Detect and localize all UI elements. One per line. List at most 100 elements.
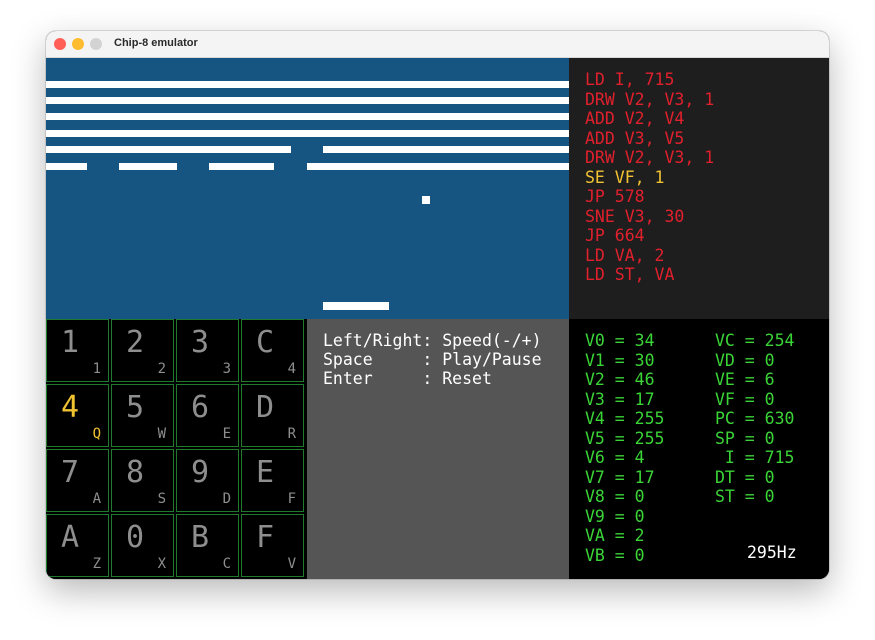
disassembly-line: JP 664 — [585, 226, 645, 245]
emulator-window: Chip-8 emulator LD I, 715 DRW V2, V3, 1 AD… — [46, 31, 829, 579]
register-value: VD = 0 — [715, 350, 775, 370]
disassembly-line: ADD V2, V4 — [585, 109, 685, 128]
register-value: V1 = 30 — [585, 350, 655, 370]
keypad: 112233C44Q5W6EDR7A8S9DEFAZ0XBCFV — [46, 319, 307, 579]
minimize-button[interactable] — [72, 38, 84, 50]
register-value: V9 = 0 — [585, 506, 645, 526]
registers-panel: 295Hz V0 = 34 V1 = 30 V2 = 46 V3 = 17 V4 = 2… — [569, 319, 829, 579]
brick-row — [46, 130, 569, 137]
key-hex-label: F — [256, 520, 275, 555]
register-value: V8 = 0 — [585, 487, 645, 506]
key-keyboard-label: D — [222, 491, 231, 507]
key-hex-label: 7 — [61, 455, 80, 490]
disassembly-line: SNE V3, 30 — [585, 206, 685, 226]
key-hex-label: 3 — [191, 325, 210, 360]
keypad-key-0[interactable]: 0X — [111, 514, 174, 577]
register-value: V5 = 255 — [585, 428, 665, 448]
key-hex-label: 9 — [191, 455, 210, 490]
disassembly-line: LD ST, VA — [585, 265, 675, 284]
keypad-key-8[interactable]: 8S — [111, 449, 174, 512]
key-hex-label: 6 — [191, 390, 210, 425]
key-keyboard-label: 3 — [222, 361, 231, 377]
keypad-key-2[interactable]: 22 — [111, 319, 174, 382]
keypad-key-a[interactable]: AZ — [46, 514, 109, 577]
key-hex-label: 4 — [61, 390, 80, 425]
keypad-key-d[interactable]: DR — [241, 384, 304, 447]
window-title: Chip-8 emulator — [114, 37, 198, 49]
keypad-key-5[interactable]: 5W — [111, 384, 174, 447]
help-line-play-pause: Space : Play/Pause — [323, 350, 542, 369]
key-hex-label: C — [256, 325, 275, 360]
register-value: VC = 254 — [715, 331, 795, 350]
register-value: V7 = 17 — [585, 467, 655, 487]
key-keyboard-label: 2 — [157, 361, 166, 377]
maximize-button[interactable] — [90, 38, 102, 50]
key-hex-label: A — [61, 520, 80, 555]
keypad-key-4[interactable]: 4Q — [46, 384, 109, 447]
register-value: VF = 0 — [715, 389, 775, 409]
key-hex-label: 5 — [126, 390, 145, 425]
register-value: VA = 2 — [585, 526, 645, 545]
register-value: ST = 0 — [715, 487, 775, 506]
register-value: DT = 0 — [715, 467, 775, 487]
key-hex-label: 8 — [126, 455, 145, 490]
brick-row — [46, 146, 291, 153]
key-hex-label: 2 — [126, 325, 145, 360]
disassembly-panel: LD I, 715 DRW V2, V3, 1 ADD V2, V4 ADD V3, … — [569, 58, 829, 319]
key-keyboard-label: R — [287, 426, 296, 442]
register-value: VE = 6 — [715, 370, 775, 389]
disassembly-current-line: SE VF, 1 — [585, 167, 665, 187]
brick — [307, 163, 569, 170]
keypad-key-7[interactable]: 7A — [46, 449, 109, 512]
disassembly-line: DRW V2, V3, 1 — [585, 148, 715, 167]
register-value: V2 = 46 — [585, 370, 655, 389]
keypad-key-f[interactable]: FV — [241, 514, 304, 577]
key-keyboard-label: A — [92, 491, 101, 507]
key-keyboard-label: F — [287, 491, 296, 507]
key-keyboard-label: W — [157, 426, 166, 442]
speed-readout: 295Hz — [747, 543, 797, 562]
register-value: V0 = 34 — [585, 331, 655, 350]
disassembly-line: DRW V2, V3, 1 — [585, 89, 715, 109]
brick-row — [46, 81, 569, 88]
keypad-key-9[interactable]: 9D — [176, 449, 239, 512]
register-value: V4 = 255 — [585, 409, 665, 428]
brick — [119, 163, 177, 170]
key-keyboard-label: 1 — [92, 361, 101, 377]
key-hex-label: D — [256, 390, 275, 425]
keypad-key-1[interactable]: 11 — [46, 319, 109, 382]
help-panel: Left/Right: Speed(-/+) Space : Play/Paus… — [307, 319, 569, 579]
close-button[interactable] — [54, 38, 66, 50]
brick-row — [323, 146, 569, 153]
register-value: PC = 630 — [715, 409, 795, 428]
keypad-key-e[interactable]: EF — [241, 449, 304, 512]
help-line-reset: Enter : Reset — [323, 369, 492, 388]
key-keyboard-label: 4 — [287, 361, 296, 377]
key-keyboard-label: C — [222, 556, 231, 572]
keypad-key-3[interactable]: 33 — [176, 319, 239, 382]
disassembly-line: ADD V3, V5 — [585, 128, 685, 148]
keypad-key-6[interactable]: 6E — [176, 384, 239, 447]
key-hex-label: B — [191, 520, 210, 555]
register-value: VB = 0 — [585, 545, 645, 565]
key-hex-label: 1 — [61, 325, 80, 360]
key-keyboard-label: V — [287, 556, 296, 572]
brick-row — [46, 113, 569, 120]
key-hex-label: 0 — [126, 520, 145, 555]
brick — [46, 163, 87, 170]
register-value: SP = 0 — [715, 428, 775, 448]
key-keyboard-label: Z — [92, 556, 101, 572]
brick — [209, 163, 274, 170]
key-keyboard-label: Q — [92, 426, 101, 442]
disassembly-line: LD I, 715 — [585, 70, 675, 89]
ball — [422, 196, 430, 204]
register-value: V6 = 4 — [585, 448, 645, 467]
key-hex-label: E — [256, 455, 275, 490]
register-value: V3 = 17 — [585, 389, 655, 409]
key-keyboard-label: X — [157, 556, 166, 572]
keypad-key-b[interactable]: BC — [176, 514, 239, 577]
keypad-key-c[interactable]: C4 — [241, 319, 304, 382]
paddle — [323, 302, 389, 310]
key-keyboard-label: S — [157, 491, 166, 507]
title-bar[interactable]: Chip-8 emulator — [46, 31, 829, 58]
